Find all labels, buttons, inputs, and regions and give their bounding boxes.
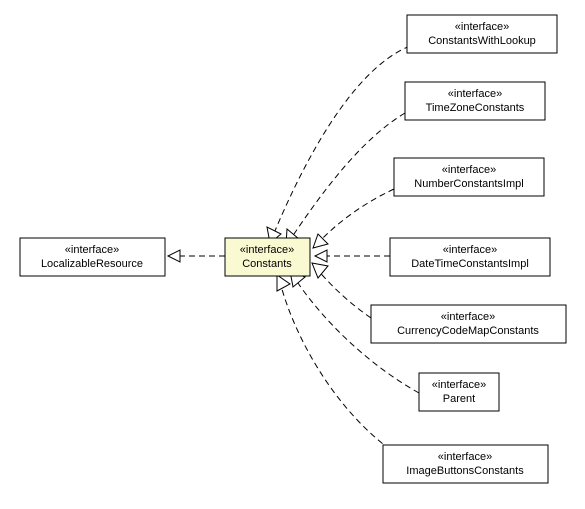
- node-dt: «interface» DateTimeConstantsImpl: [390, 238, 550, 276]
- edge-tz-constants: [290, 113, 405, 240]
- stereotype: «interface»: [240, 244, 294, 256]
- stereotype: «interface»: [432, 379, 486, 391]
- stereotype: «interface»: [455, 21, 509, 33]
- arrowhead-img: [277, 275, 290, 291]
- edge-cwl-constants: [272, 46, 410, 238]
- node-num: «interface» NumberConstantsImpl: [394, 158, 544, 196]
- node-cwl: «interface» ConstantsWithLookup: [407, 15, 557, 53]
- arrowhead-num: [313, 234, 328, 248]
- name-dt: DateTimeConstantsImpl: [411, 258, 529, 270]
- node-tz: «interface» TimeZoneConstants: [405, 82, 545, 120]
- arrowhead-localizable: [168, 250, 180, 262]
- node-localizable: «interface» LocalizableResource: [20, 238, 165, 276]
- name-img: ImageButtonsConstants: [406, 465, 524, 477]
- node-parent: «interface» Parent: [419, 373, 499, 411]
- name-tz: TimeZoneConstants: [426, 102, 525, 114]
- name-curr: CurrencyCodeMapConstants: [397, 325, 539, 337]
- stereotype: «interface»: [442, 164, 496, 176]
- name-cwl: ConstantsWithLookup: [428, 35, 536, 47]
- name-parent: Parent: [443, 393, 475, 405]
- edge-curr-constants: [316, 268, 371, 318]
- name-num: NumberConstantsImpl: [414, 178, 523, 190]
- node-curr: «interface» CurrencyCodeMapConstants: [371, 305, 566, 343]
- arrowhead-dt: [315, 250, 327, 262]
- name-constants: Constants: [242, 258, 292, 270]
- stereotype: «interface»: [448, 88, 502, 100]
- stereotype: «interface»: [443, 244, 497, 256]
- name-localizable: LocalizableResource: [41, 258, 143, 270]
- edge-num-constants: [318, 189, 394, 243]
- stereotype: «interface»: [441, 311, 495, 323]
- stereotype: «interface»: [438, 451, 492, 463]
- node-img: «interface» ImageButtonsConstants: [383, 445, 548, 483]
- arrowhead-curr: [312, 263, 328, 278]
- stereotype: «interface»: [65, 244, 119, 256]
- node-constants: «interface» Constants: [225, 238, 310, 276]
